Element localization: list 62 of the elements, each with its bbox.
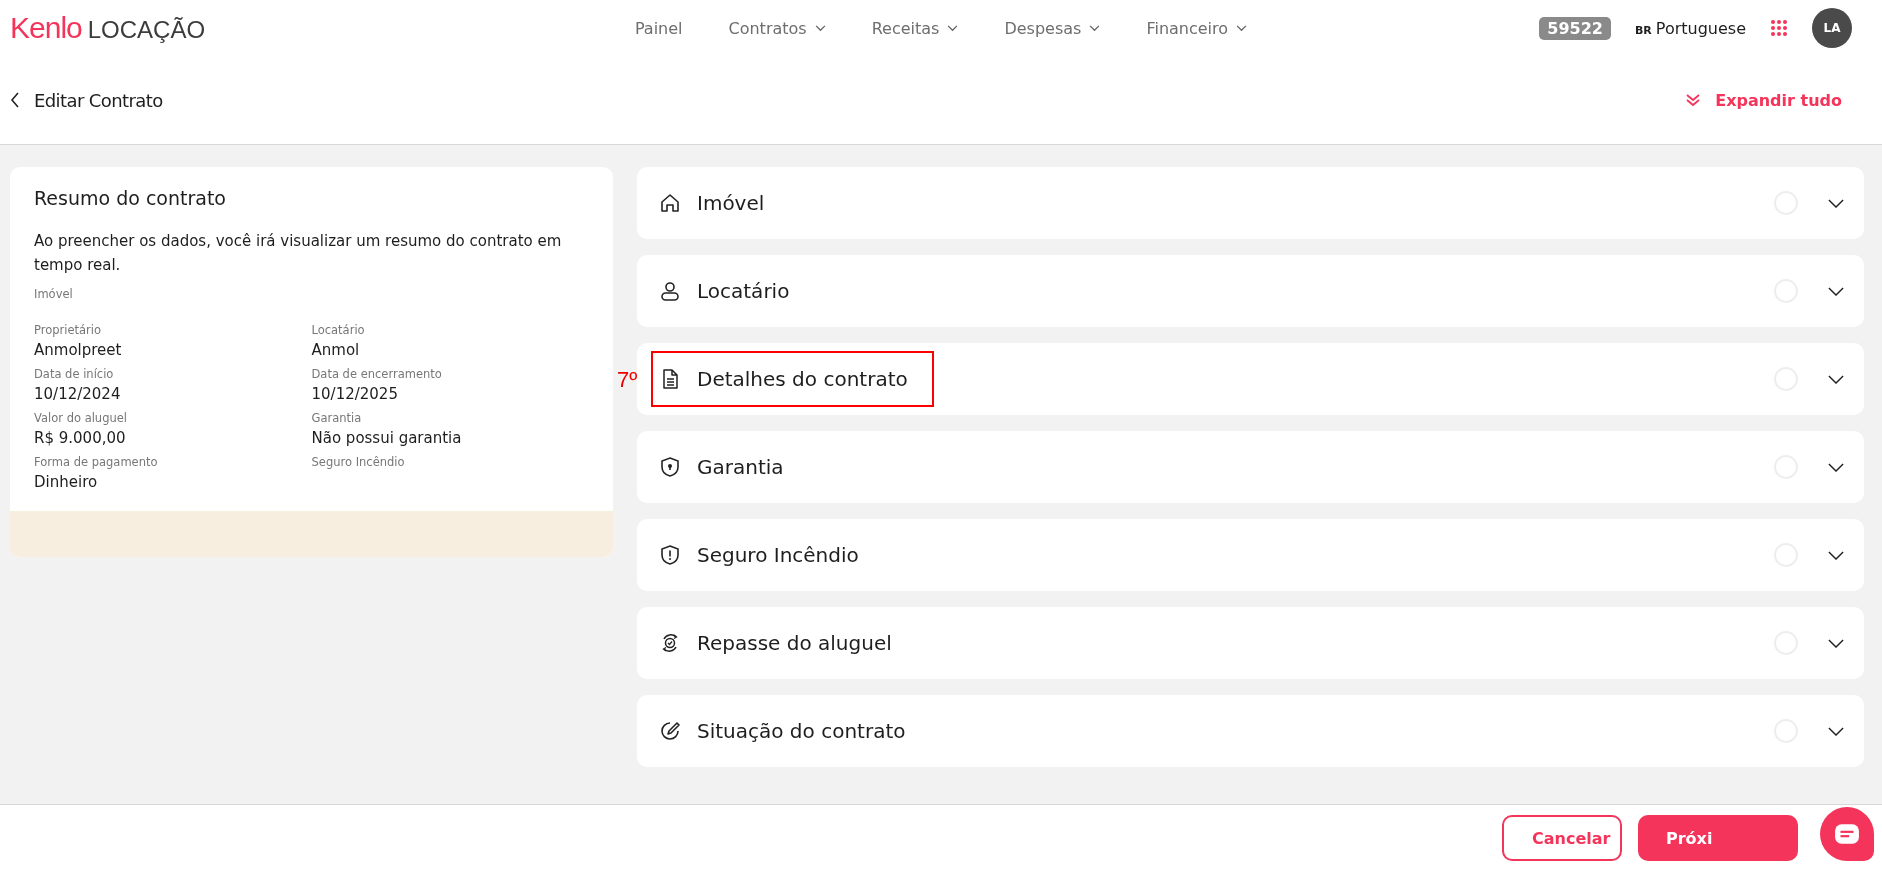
accordion-section[interactable]: Situação do contrato	[637, 695, 1864, 767]
card-title: Resumo do contrato	[34, 187, 227, 209]
field-label: Proprietário	[34, 323, 103, 337]
section-title: Garantia	[697, 455, 784, 479]
accordion-section[interactable]: Locatário	[637, 255, 1864, 327]
cancel-button[interactable]: Cancelar	[1502, 815, 1622, 861]
id-badge: 59522	[1539, 16, 1611, 40]
accordion-section[interactable]: Garantia	[637, 431, 1864, 503]
chevron-icon	[1828, 374, 1844, 384]
section-title: Situação do contrato	[697, 719, 906, 743]
card-description: Ao preencher os dados, você irá visualizar um resumo do contrato em tempo real.	[34, 231, 563, 276]
field-value: 10/12/2024	[34, 385, 122, 403]
accordion-section[interactable]: Seguro Incêndio	[637, 519, 1864, 591]
double-chevron-icon	[1685, 92, 1702, 108]
nav-menu[interactable]: Receitas	[871, 18, 959, 38]
section-title: Locatário	[697, 279, 790, 303]
step-annotation: 7º	[617, 367, 638, 393]
accordion-section[interactable]: Imóvel	[637, 167, 1864, 239]
chevron-icon	[1828, 462, 1844, 472]
logo[interactable]: Kenlo LOCAÇÃO	[10, 11, 510, 45]
section-title: Imóvel	[697, 191, 765, 215]
back-icon[interactable]	[10, 92, 20, 108]
person-icon	[659, 280, 681, 302]
user-avatar[interactable]: LA	[1812, 8, 1852, 48]
chevron-icon	[1828, 550, 1844, 560]
field-label: Imóvel	[34, 287, 74, 301]
field-value: Dinheiro	[34, 473, 99, 491]
next-button[interactable]: Próxi	[1638, 815, 1798, 861]
chevron-icon	[1828, 198, 1844, 208]
language-selector[interactable]: BR Portuguese	[1634, 18, 1746, 38]
field-value: R$ 9.000,00	[34, 429, 127, 447]
nav-menu[interactable]: Painel	[634, 18, 683, 38]
field-label: Data de encerramento	[311, 367, 443, 381]
nav-menu[interactable]: Financeiro	[1146, 18, 1248, 38]
apps-grid-icon[interactable]	[1770, 19, 1788, 37]
chevron-icon	[1828, 286, 1844, 296]
chat-button[interactable]	[1820, 807, 1874, 861]
pen-circle-icon	[659, 720, 681, 742]
section-title: Repasse do aluguel	[697, 631, 892, 655]
section-title: Detalhes do contrato	[697, 367, 908, 391]
field-value: Anmol	[311, 341, 361, 359]
expand-all-link[interactable]: Expandir tudo	[1685, 90, 1842, 110]
field-label: Garantia	[311, 411, 363, 425]
field-label: Valor do aluguel	[34, 411, 129, 425]
nav-menu[interactable]: Contratos	[728, 18, 826, 38]
accordion-section[interactable]: Repasse do aluguel	[637, 607, 1864, 679]
shield-exclamation-icon	[659, 544, 681, 566]
chat-icon	[1834, 823, 1860, 845]
house-icon	[659, 192, 681, 214]
field-label: Seguro Incêndio	[311, 455, 406, 469]
field-label: Locatário	[311, 323, 366, 337]
nav-menu[interactable]: Despesas	[1004, 18, 1101, 38]
field-label: Data de início	[34, 367, 115, 381]
field-value: 10/12/2025	[311, 385, 399, 403]
field-label: Forma de pagamento	[34, 455, 159, 469]
chevron-icon	[1828, 638, 1844, 648]
chevron-icon	[1828, 726, 1844, 736]
page-title: Editar Contrato	[34, 89, 163, 111]
field-value: Anmolpreet	[34, 341, 123, 359]
section-title: Seguro Incêndio	[697, 543, 859, 567]
field-value: Não possui garantia	[311, 429, 463, 447]
shield-keyhole-icon	[659, 456, 681, 478]
